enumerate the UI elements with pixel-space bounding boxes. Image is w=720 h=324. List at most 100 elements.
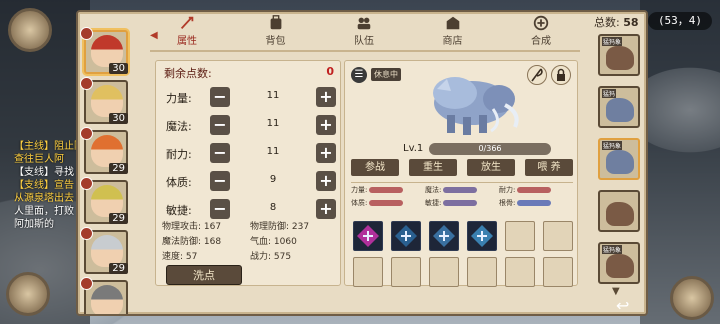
derived-stats: 物理攻击: 167 物理防御: 237 魔法防御: 168 气血: 1060 速度: 5… (162, 219, 338, 264)
pet-list-item[interactable]: 猛犸象 (598, 242, 640, 284)
pet-list-tag: 猛犸象 (602, 37, 623, 46)
mammoth-thumbnail-icon (606, 98, 634, 122)
pet-list-tag: 猛犸象 (602, 141, 623, 150)
increase-button[interactable]: + (316, 115, 336, 135)
pet-state-tag: 休息中 (371, 68, 401, 81)
pet-attributes: 力量: 魔法: 耐力: 体质: 敏捷: 根骨: (351, 185, 573, 211)
increase-button[interactable]: + (316, 87, 336, 107)
hero-list[interactable]: 30 30 29 29 29 (80, 24, 132, 314)
player-portrait-button[interactable] (8, 8, 52, 52)
derived-stat: 物理防御: 237 (250, 222, 310, 232)
pet-attr-bar (443, 200, 478, 206)
empty-skill-slot[interactable] (543, 257, 573, 287)
pet-list-item[interactable]: 猛犸象 (598, 34, 640, 76)
stat-name: 耐力: (166, 148, 192, 161)
map-coordinates: (53，4) (648, 12, 712, 30)
tab-compose[interactable]: 合成 (516, 14, 566, 48)
mammoth-pet-image (433, 77, 519, 135)
stat-row: 魔法: − 11 + (166, 115, 336, 135)
hero-portrait[interactable]: 29 (80, 177, 128, 224)
stat-value: 9 (269, 174, 277, 185)
pet-list-item[interactable]: 猛犸 (598, 86, 640, 128)
pet-total-label: 总数: (594, 16, 620, 29)
increase-button[interactable]: + (316, 143, 336, 163)
return-icon[interactable]: ↩ (616, 296, 640, 316)
panel-tabs: 属性 背包 队伍 商店 合成 (140, 14, 580, 48)
mammoth-thumbnail-icon (606, 46, 634, 70)
shop-icon (443, 14, 463, 32)
stat-name: 力量: (166, 92, 192, 105)
hero-level: 30 (109, 113, 128, 124)
increase-button[interactable]: + (316, 171, 336, 191)
derived-stat: 气血: 1060 (250, 237, 297, 247)
chat-line: 【支线】宣告 (14, 180, 74, 191)
pet-attr-label: 敏捷: (425, 199, 442, 207)
pet-list-item[interactable]: 猛犸象 (598, 138, 640, 180)
pet-action-button[interactable]: 参战 (351, 159, 399, 176)
lock-icon[interactable] (551, 65, 571, 85)
stats-panel: 剩余点数: 0 力量: − 11 + 魔法: − 11 + 耐力: − 11 + 体质: − 9 + 敏捷: − 8… (155, 60, 341, 286)
quest-chat-log[interactable]: 【主线】阻止阿 查往巨人阿 【支线】寻找 【支线】宣告 从源泉塔出去 人里面，打败 阿加斯的 (14, 140, 84, 231)
pet-divider (351, 182, 573, 183)
pet-skill-icon[interactable] (353, 221, 383, 251)
pet-list-item[interactable] (598, 190, 640, 232)
pet-attr-bar (369, 200, 404, 206)
pet-attr-label: 力量: (351, 186, 368, 194)
chat-line: 阿加斯的 (14, 219, 54, 230)
tab-team[interactable]: 队伍 (339, 14, 389, 48)
pet-attr-bar (517, 200, 552, 206)
hero-badge-icon (80, 127, 93, 140)
pet-action-button[interactable]: 重生 (409, 159, 457, 176)
pet-skill-icon[interactable] (429, 221, 459, 251)
pet-skill-icon[interactable] (391, 221, 421, 251)
decrease-button[interactable]: − (210, 171, 230, 191)
minimap-button[interactable] (6, 272, 50, 316)
hero-level: 29 (109, 263, 128, 274)
hero-portrait[interactable]: 30 (80, 77, 128, 124)
hero-portrait[interactable]: 29 (80, 227, 128, 274)
pet-list-tag: 猛犸 (602, 89, 617, 98)
hero-portrait[interactable]: 29 (80, 127, 128, 174)
empty-skill-slot[interactable] (391, 257, 421, 287)
empty-skill-slot[interactable] (467, 257, 497, 287)
derived-row: 速度: 57 战力: 575 (162, 249, 338, 262)
hero-portrait[interactable] (80, 277, 128, 314)
tab-backpack[interactable]: 背包 (251, 14, 301, 48)
map-shade-right (640, 0, 720, 324)
tab-shop[interactable]: 商店 (428, 14, 478, 48)
empty-skill-slot[interactable] (505, 221, 535, 251)
reset-points-button[interactable]: 洗点 (166, 265, 242, 285)
pet-attr-bar (369, 187, 404, 193)
list-icon[interactable]: ☰ (351, 67, 367, 83)
hero-portrait[interactable]: 30 (80, 27, 128, 74)
feather-icon[interactable] (527, 65, 547, 85)
decrease-button[interactable]: − (210, 143, 230, 163)
empty-skill-slot[interactable] (543, 221, 573, 251)
stat-value: 8 (269, 202, 277, 213)
hero-badge-icon (80, 77, 93, 90)
chat-line: 人里面，打败 (14, 206, 74, 217)
derived-stat: 战力: 575 (250, 252, 292, 262)
menu-round-button[interactable] (670, 276, 714, 320)
increase-button[interactable]: + (316, 199, 336, 219)
tab-sword[interactable]: 属性 (162, 14, 212, 48)
hero-face (91, 285, 123, 314)
decrease-button[interactable]: − (210, 115, 230, 135)
empty-skill-slot[interactable] (353, 257, 383, 287)
pet-attr-label: 魔法: (425, 186, 442, 194)
pet-attr: 体质: (351, 198, 425, 208)
empty-skill-slot[interactable] (505, 257, 535, 287)
pet-list[interactable]: 猛犸象 猛犸 猛犸象 猛犸象 (596, 34, 644, 296)
tab-label: 商店 (442, 36, 463, 47)
empty-skill-slot[interactable] (429, 257, 459, 287)
hero-level: 29 (109, 163, 128, 174)
sword-icon (177, 14, 197, 32)
pet-action-button[interactable]: 喂 养 (525, 159, 573, 176)
pet-action-button[interactable]: 放生 (467, 159, 515, 176)
hero-badge-icon (80, 227, 93, 240)
decrease-button[interactable]: − (210, 87, 230, 107)
tab-divider (150, 50, 580, 52)
pet-skill-icon[interactable] (467, 221, 497, 251)
tab-label: 合成 (531, 36, 551, 47)
decrease-button[interactable]: − (210, 199, 230, 219)
